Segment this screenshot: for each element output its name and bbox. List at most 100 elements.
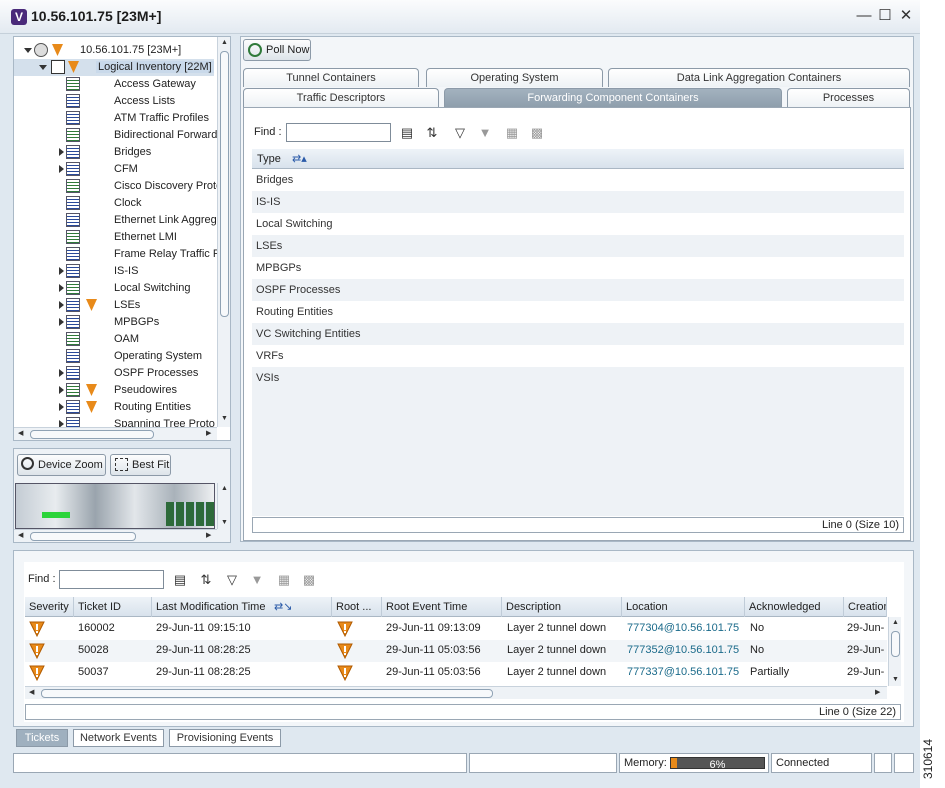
scroll-up-icon[interactable]: ▲ <box>221 485 228 493</box>
type-row[interactable]: LSEs <box>252 235 904 257</box>
find-input[interactable] <box>286 123 391 142</box>
ticket-column-header[interactable]: Last Modification Time <box>152 597 332 617</box>
save-table-icon[interactable]: ▤ <box>399 125 415 141</box>
expand-arrow-icon[interactable] <box>59 369 64 377</box>
overview-vscrollbar[interactable]: ▲ ▼ <box>217 483 230 529</box>
tab[interactable]: Forwarding Component Containers <box>444 88 782 107</box>
scroll-right-icon[interactable]: ▶ <box>206 532 211 540</box>
ticket-vscrollbar[interactable]: ▲ ▼ <box>888 617 901 686</box>
export-icon[interactable]: ▦ <box>504 125 520 141</box>
tab[interactable]: Operating System <box>426 68 603 87</box>
tree-logical-inventory[interactable]: Logical Inventory [22M] <box>14 59 214 76</box>
expand-arrow-icon[interactable] <box>59 165 64 173</box>
tree-item[interactable]: Bidirectional Forward <box>14 127 217 144</box>
tree-item[interactable]: Pseudowires <box>14 382 214 399</box>
expand-arrow-icon[interactable] <box>59 301 64 309</box>
scroll-down-icon[interactable]: ▼ <box>221 519 228 527</box>
bottom-tab[interactable]: Network Events <box>73 729 164 747</box>
advanced-filter-icon[interactable]: ▼ <box>477 125 493 141</box>
scroll-thumb[interactable] <box>30 532 136 541</box>
print-icon[interactable]: ▩ <box>301 572 317 588</box>
minimize-icon[interactable]: — <box>855 6 873 26</box>
poll-now-button[interactable]: Poll Now <box>243 39 311 61</box>
expand-arrow-icon[interactable] <box>59 148 64 156</box>
tree-item[interactable]: ATM Traffic Profiles <box>14 110 214 127</box>
tree-vscrollbar[interactable]: ▲ ▼ <box>217 37 230 427</box>
type-row[interactable]: Routing Entities <box>252 301 904 323</box>
tree-hscrollbar[interactable]: ◀ ▶ <box>14 427 217 440</box>
bottom-tab[interactable]: Tickets <box>16 729 68 747</box>
ticket-cell-loc[interactable]: 777352@10.56.101.75 <box>627 644 739 656</box>
expand-arrow-icon[interactable] <box>59 284 64 292</box>
scroll-left-icon[interactable]: ◀ <box>29 689 34 697</box>
inventory-tree[interactable]: 10.56.101.75 [23M+] Logical Inventory [2… <box>13 36 231 441</box>
expand-arrow-icon[interactable] <box>59 267 64 275</box>
type-row[interactable]: VC Switching Entities <box>252 323 904 345</box>
expand-arrow-icon[interactable] <box>39 65 47 70</box>
ticket-column-header[interactable]: Ticket ID <box>74 597 152 617</box>
tree-item[interactable]: MPBGPs <box>14 314 214 331</box>
ticket-cell-loc[interactable]: 777304@10.56.101.75 <box>627 622 739 634</box>
tree-item[interactable]: OAM <box>14 331 214 348</box>
tree-item[interactable]: OSPF Processes <box>14 365 214 382</box>
tree-item[interactable]: IS-IS <box>14 263 214 280</box>
type-row[interactable]: IS-IS <box>252 191 904 213</box>
scroll-thumb[interactable] <box>891 631 900 657</box>
type-row[interactable]: MPBGPs <box>252 257 904 279</box>
sort-az-icon[interactable]: ⇅ <box>424 125 440 141</box>
overview-hscrollbar[interactable]: ◀ ▶ <box>14 529 217 542</box>
scroll-left-icon[interactable]: ◀ <box>18 430 23 438</box>
export-icon[interactable]: ▦ <box>276 572 292 588</box>
tab[interactable]: Traffic Descriptors <box>243 88 439 107</box>
tree-item[interactable]: Access Gateway <box>14 76 214 93</box>
tree-item[interactable]: CFM <box>14 161 214 178</box>
ticket-column-header[interactable]: Severity <box>25 597 74 617</box>
type-row[interactable]: VRFs <box>252 345 904 367</box>
tree-item[interactable]: Operating System <box>14 348 214 365</box>
tree-root[interactable]: 10.56.101.75 [23M+] <box>14 42 214 59</box>
scroll-down-icon[interactable]: ▼ <box>221 415 228 423</box>
ticket-row[interactable]: 50037 29-Jun-11 08:28:25 29-Jun-11 05:03:5… <box>25 662 887 684</box>
ticket-column-header[interactable]: Root ... <box>332 597 382 617</box>
tree-item[interactable]: Access Lists <box>14 93 214 110</box>
tree-item[interactable]: Routing Entities <box>14 399 214 416</box>
maximize-icon[interactable]: ☐ <box>876 6 894 26</box>
scroll-right-icon[interactable]: ▶ <box>875 689 880 697</box>
close-icon[interactable]: ✕ <box>897 6 915 26</box>
scroll-right-icon[interactable]: ▶ <box>206 430 211 438</box>
tree-item[interactable]: Cisco Discovery Proto <box>14 178 222 195</box>
type-row[interactable]: OSPF Processes <box>252 279 904 301</box>
expand-arrow-icon[interactable] <box>24 48 32 53</box>
scroll-down-icon[interactable]: ▼ <box>892 676 899 684</box>
type-row[interactable]: Local Switching <box>252 213 904 235</box>
ticket-column-header[interactable]: Description <box>502 597 622 617</box>
tree-item[interactable]: Clock <box>14 195 214 212</box>
tree-item[interactable]: Ethernet Link Aggreg <box>14 212 217 229</box>
tree-item[interactable]: Ethernet LMI <box>14 229 214 246</box>
tab[interactable]: Tunnel Containers <box>243 68 419 87</box>
ticket-cell-loc[interactable]: 777337@10.56.101.75 <box>627 666 739 678</box>
filter-icon[interactable]: ▽ <box>452 125 468 141</box>
type-row[interactable]: VSIs <box>252 367 904 389</box>
advanced-filter-icon[interactable]: ▼ <box>249 572 265 588</box>
ticket-column-header[interactable]: Acknowledged <box>745 597 844 617</box>
ticket-find-input[interactable] <box>59 570 164 589</box>
tree-item[interactable]: Bridges <box>14 144 214 161</box>
tab[interactable]: Data Link Aggregation Containers <box>608 68 910 87</box>
scroll-left-icon[interactable]: ◀ <box>18 532 23 540</box>
save-table-icon[interactable]: ▤ <box>172 572 188 588</box>
sort-icon[interactable]: ⇄↘ <box>274 597 292 617</box>
expand-arrow-icon[interactable] <box>59 386 64 394</box>
ticket-row[interactable]: 160002 29-Jun-11 09:15:10 29-Jun-11 09:13:… <box>25 618 887 640</box>
tab[interactable]: Processes <box>787 88 910 107</box>
best-fit-button[interactable]: Best Fit <box>110 454 171 476</box>
scroll-up-icon[interactable]: ▲ <box>221 39 228 47</box>
type-column-header[interactable]: Type ⇄▴ <box>252 149 904 169</box>
ticket-hscrollbar[interactable]: ◀ ▶ <box>25 686 887 699</box>
expand-arrow-icon[interactable] <box>59 318 64 326</box>
ticket-column-header[interactable]: Root Event Time <box>382 597 502 617</box>
device-zoom-button[interactable]: Device Zoom <box>17 454 106 476</box>
tree-item[interactable]: Local Switching <box>14 280 214 297</box>
bottom-tab[interactable]: Provisioning Events <box>169 729 281 747</box>
tree-item[interactable]: LSEs <box>14 297 214 314</box>
